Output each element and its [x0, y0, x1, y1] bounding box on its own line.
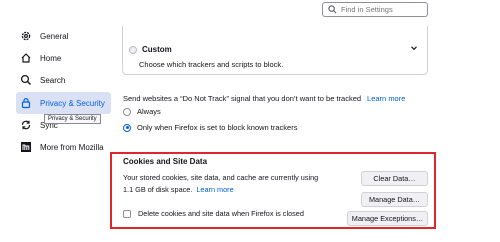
custom-tracking-panel[interactable]: Custom Choose which trackers and scripts…: [122, 26, 428, 75]
dnt-description: Send websites a “Do Not Track” signal th…: [123, 94, 405, 103]
custom-label: Custom: [142, 45, 172, 54]
chevron-down-icon[interactable]: [410, 44, 418, 52]
search-icon: [20, 74, 32, 86]
delete-on-close-checkbox[interactable]: [123, 209, 131, 218]
dnt-label: Send websites a “Do Not Track” signal th…: [123, 94, 362, 103]
dnt-option-always[interactable]: Always: [123, 107, 161, 116]
dnt-learn-more-link[interactable]: Learn more: [367, 94, 405, 103]
delete-on-close-label: Delete cookies and site data when Firefo…: [138, 209, 304, 218]
manage-exceptions-button[interactable]: Manage Exceptions…: [347, 211, 428, 226]
sidebar-item-label: More from Mozilla: [40, 142, 104, 152]
gear-icon: [20, 30, 32, 42]
search-icon: [327, 4, 338, 15]
manage-data-button[interactable]: Manage Data…: [361, 192, 428, 207]
delete-on-close-option[interactable]: Delete cookies and site data when Firefo…: [123, 209, 304, 218]
sidebar-item-home[interactable]: Home: [16, 47, 111, 69]
cookies-heading: Cookies and Site Data: [123, 157, 208, 166]
sidebar-item-general[interactable]: General: [16, 25, 111, 47]
lock-icon: [20, 97, 32, 109]
tooltip: Privacy & Security: [44, 114, 101, 124]
dnt-option-known-trackers[interactable]: Only when Firefox is set to block known …: [123, 123, 297, 132]
custom-radio[interactable]: [129, 45, 137, 54]
sidebar-item-privacy-security[interactable]: Privacy & Security: [16, 92, 111, 114]
sidebar-item-label: Search: [40, 75, 66, 85]
custom-description: Choose which trackers and scripts to blo…: [139, 60, 284, 69]
search-input[interactable]: [341, 5, 427, 14]
cookies-learn-more-link[interactable]: Learn more: [196, 185, 233, 194]
sidebar-item-search[interactable]: Search: [16, 69, 111, 91]
search-box[interactable]: [322, 2, 428, 17]
known-trackers-label: Only when Firefox is set to block known …: [137, 123, 298, 132]
known-trackers-radio[interactable]: [123, 123, 131, 132]
mozilla-icon: [20, 141, 32, 153]
sidebar-item-label: Privacy & Security: [40, 98, 105, 108]
cookies-description: Your stored cookies, site data, and cach…: [123, 172, 323, 196]
always-label: Always: [137, 107, 161, 116]
sync-icon: [20, 119, 32, 131]
sidebar-item-more-from-mozilla[interactable]: More from Mozilla: [16, 136, 111, 158]
always-radio[interactable]: [123, 107, 131, 116]
clear-data-button[interactable]: Clear Data…: [361, 171, 428, 186]
sidebar-item-label: Home: [40, 53, 62, 63]
custom-option[interactable]: Custom: [129, 45, 172, 54]
sidebar-item-label: General: [40, 31, 69, 41]
home-icon: [20, 52, 32, 64]
